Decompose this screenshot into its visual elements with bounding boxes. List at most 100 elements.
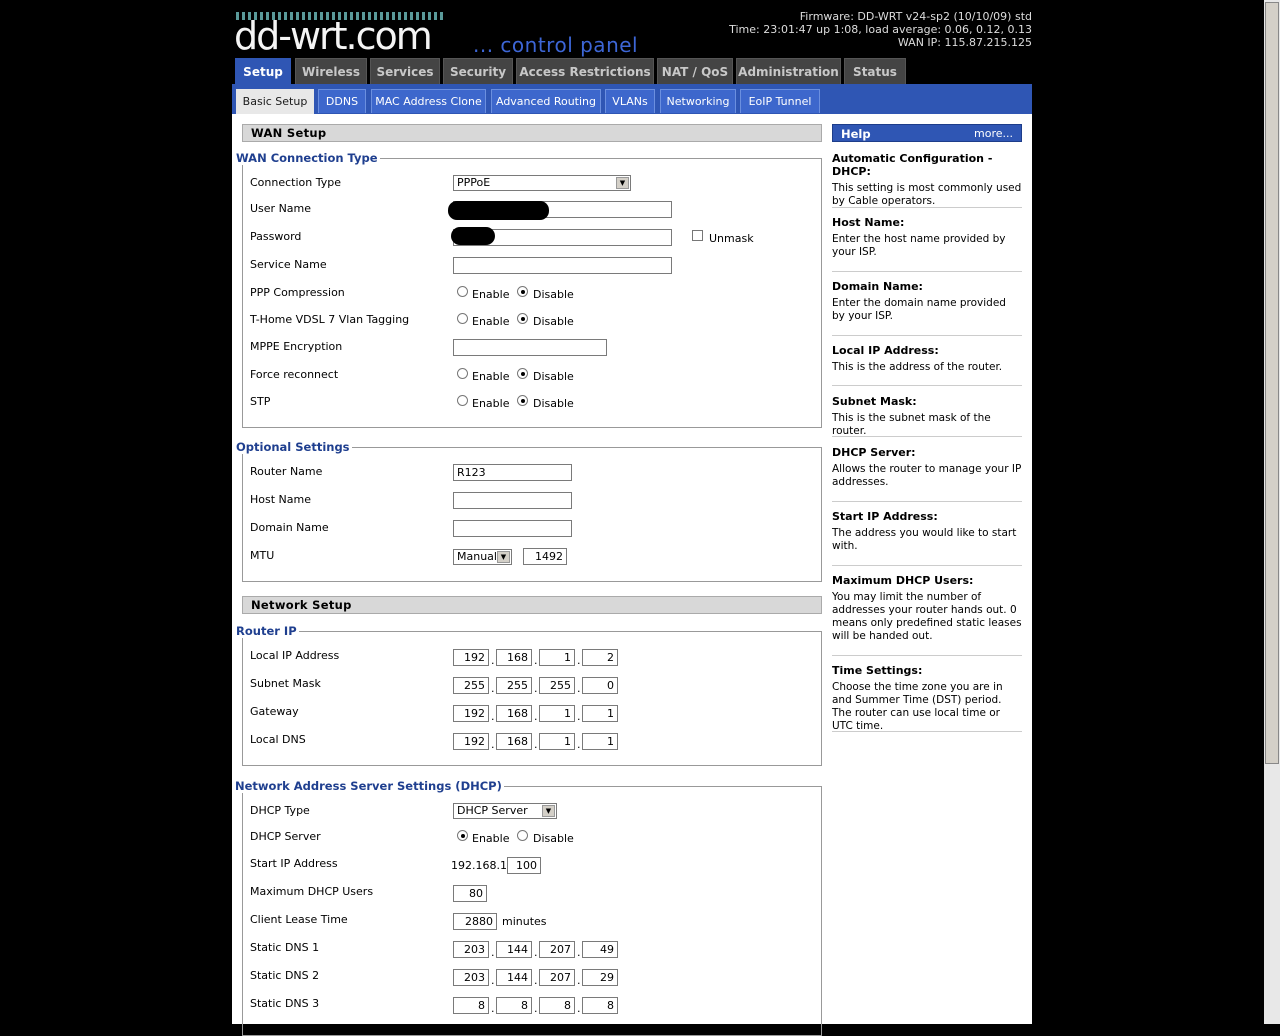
static-dns-3-octet[interactable]: 8 [582,997,618,1014]
tab-services[interactable]: Services [370,58,440,84]
mppe-encryption-input[interactable] [453,339,607,356]
dhcp-type-select[interactable]: DHCP Server ▼ [453,803,557,819]
enable-label: Enable [472,315,510,328]
ppp-compression-enable-radio[interactable] [457,286,468,297]
subtab-advanced-routing[interactable]: Advanced Routing [491,89,601,113]
tab-wireless[interactable]: Wireless [295,58,367,84]
client-lease-time-input[interactable]: 2880 [453,913,497,930]
stp-disable-radio[interactable] [517,395,528,406]
connection-type-value: PPPoE [457,176,491,189]
help-item-title: Start IP Address: [832,510,938,523]
subnet-mask-octet[interactable]: 255 [453,677,489,694]
local-dns-octet[interactable]: 1 [539,733,575,750]
stp-enable-radio[interactable] [457,395,468,406]
static-dns-3-octet[interactable]: 8 [539,997,575,1014]
subnet-mask-label: Subnet Mask [250,677,321,690]
mtu-label: MTU [250,549,275,562]
local-dns-octet[interactable]: 168 [496,733,532,750]
local-dns-octet[interactable]: 1 [582,733,618,750]
local-ip-octet[interactable]: 168 [496,649,532,666]
dot-separator: . [491,946,495,959]
mtu-mode-select[interactable]: Manual ▼ [453,549,512,565]
force-reconnect-enable-radio[interactable] [457,368,468,379]
disable-label: Disable [533,832,574,845]
static-dns-3-octet[interactable]: 8 [496,997,532,1014]
static-dns-3-octet[interactable]: 8 [453,997,489,1014]
local-dns-octet[interactable]: 192 [453,733,489,750]
dhcp-server-enable-radio[interactable] [457,830,468,841]
host-name-input[interactable] [453,492,572,509]
static-dns-1-octet[interactable]: 144 [496,941,532,958]
static-dns-2-label: Static DNS 2 [250,969,320,982]
help-more-link[interactable]: more... [974,125,1013,143]
vlan-tagging-enable-radio[interactable] [457,313,468,324]
subtab-eoip-tunnel[interactable]: EoIP Tunnel [740,89,820,113]
subnet-mask-octet[interactable]: 0 [582,677,618,694]
dot-separator: . [534,682,538,695]
dhcp-server-label: DHCP Server [250,830,321,843]
firmware-text: Firmware: DD-WRT v24-sp2 (10/10/09) std [799,10,1032,23]
mtu-mode-value: Manual [457,550,497,563]
tab-setup[interactable]: Setup [235,58,291,85]
domain-name-input[interactable] [453,520,572,537]
router-name-input[interactable]: R123 [453,464,572,481]
wan-ip-text: WAN IP: 115.87.215.125 [897,36,1032,49]
gateway-octet[interactable]: 168 [496,705,532,722]
service-name-input[interactable] [453,257,672,274]
help-item: Domain Name: Enter the domain name provid… [832,280,1022,336]
vlan-tagging-disable-radio[interactable] [517,313,528,324]
static-dns-2-octet[interactable]: 207 [539,969,575,986]
ppp-compression-disable-radio[interactable] [517,286,528,297]
tab-administration[interactable]: Administration [736,58,841,84]
subnet-mask-octet[interactable]: 255 [539,677,575,694]
help-item: Maximum DHCP Users: You may limit the num… [832,574,1022,656]
dhcp-server-disable-radio[interactable] [517,830,528,841]
force-reconnect-disable-radio[interactable] [517,368,528,379]
dot-separator: . [534,738,538,751]
subtab-networking[interactable]: Networking [660,89,736,113]
ppp-compression-label: PPP Compression [250,286,345,299]
static-dns-2-octet[interactable]: 144 [496,969,532,986]
unmask-checkbox[interactable] [692,230,703,241]
help-item-title: Local IP Address: [832,344,939,357]
help-item-title: Automatic Configuration - DHCP: [832,152,993,178]
static-dns-1-octet[interactable]: 49 [582,941,618,958]
static-dns-1-octet[interactable]: 207 [539,941,575,958]
gateway-octet[interactable]: 1 [582,705,618,722]
subtab-mac-address-clone[interactable]: MAC Address Clone [371,89,486,113]
help-header: Help more... [832,124,1022,142]
help-item: Time Settings: Choose the time zone you a… [832,664,1022,732]
static-dns-1-octet[interactable]: 203 [453,941,489,958]
tab-nat-qos[interactable]: NAT / QoS [657,58,733,84]
tab-status[interactable]: Status [844,58,906,84]
tab-access-restrictions[interactable]: Access Restrictions [516,58,654,84]
tab-security[interactable]: Security [443,58,513,84]
subtab-ddns[interactable]: DDNS [318,89,366,113]
user-name-label: User Name [250,202,312,215]
gateway-octet[interactable]: 1 [539,705,575,722]
local-ip-octet[interactable]: 192 [453,649,489,666]
local-ip-octet[interactable]: 1 [539,649,575,666]
vlan-tagging-label: T-Home VDSL 7 Vlan Tagging [250,313,410,326]
subnet-mask-octet[interactable]: 255 [496,677,532,694]
connection-type-label: Connection Type [250,176,342,189]
help-item-body: Enter the host name provided by your ISP… [832,233,1006,258]
dhcp-legend: Network Address Server Settings (DHCP) [233,779,504,793]
redaction-mark [448,201,549,220]
max-dhcp-users-input[interactable]: 80 [453,885,487,902]
help-item-title: Domain Name: [832,280,923,293]
subtab-vlans[interactable]: VLANs [605,89,655,113]
vertical-scrollbar[interactable] [1264,0,1280,1024]
wan-connection-type-legend: WAN Connection Type [234,151,380,165]
static-dns-2-octet[interactable]: 29 [582,969,618,986]
scrollbar-thumb[interactable] [1265,2,1279,764]
gateway-octet[interactable]: 192 [453,705,489,722]
local-ip-octet[interactable]: 2 [582,649,618,666]
mtu-value-input[interactable]: 1492 [523,548,567,565]
dot-separator: . [577,710,581,723]
enable-label: Enable [472,370,510,383]
subtab-basic-setup[interactable]: Basic Setup [236,89,314,114]
static-dns-2-octet[interactable]: 203 [453,969,489,986]
start-ip-last-octet[interactable]: 100 [507,857,541,874]
connection-type-select[interactable]: PPPoE ▼ [453,175,631,191]
